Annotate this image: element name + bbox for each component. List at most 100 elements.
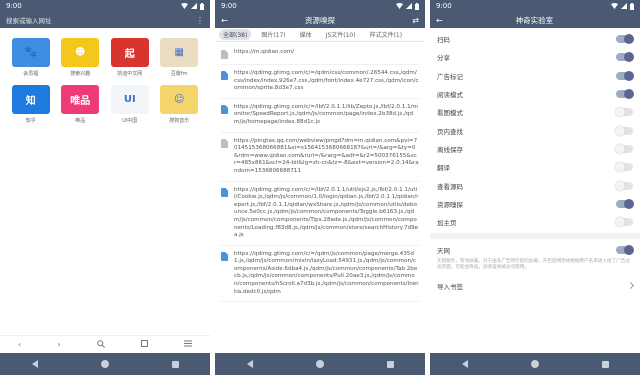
arrow-left-icon[interactable]: ← <box>221 16 228 25</box>
status-time: 9:00 <box>436 2 452 10</box>
toggle-row: 看图模式 <box>437 103 633 121</box>
app-label: 唯品 <box>75 118 86 124</box>
toggle-label: 分享 <box>437 54 450 63</box>
resource-url: https://qdimg.gtimg.com/c/=/lbf/2.0.1.1/… <box>234 186 419 239</box>
system-nav-bar <box>0 353 210 375</box>
address-bar[interactable]: 搜索或输入网址 ⋮ <box>0 12 210 28</box>
nav-back-icon[interactable] <box>246 360 253 368</box>
toggle-switch[interactable] <box>616 70 634 81</box>
app-bar: ← 神奇实验室 <box>430 12 640 28</box>
signal-icon <box>191 3 197 9</box>
speed-dial-item[interactable]: ☻ 搜索兴趣 <box>56 38 106 77</box>
resource-item[interactable]: https://qdimg.gtimg.com/c/=/lbf/2.0.1.1/… <box>221 99 419 133</box>
app-tile-icon: 知 <box>11 85 50 114</box>
toggle-switch[interactable] <box>616 89 634 100</box>
resource-url: https://m.qidian.com/ <box>234 49 295 55</box>
more-icon[interactable]: ⋮ <box>196 16 204 25</box>
toggle-label: 页内查找 <box>437 127 463 136</box>
toggle-row: 阅读模式 <box>437 85 634 103</box>
tianwang-description: 天网服务，有效屏蔽。对于由多广告所引起的加载，开启后网页将根据用户名单进入给了广… <box>437 259 630 271</box>
app-label: UI中国 <box>122 118 138 124</box>
file-icon <box>221 104 228 114</box>
toggle-row: 离线保存 <box>437 140 633 158</box>
menu-icon[interactable] <box>183 340 192 349</box>
import-bookmarks-row[interactable]: 导入书签 <box>430 271 640 291</box>
toggle-label: 资源嗅探 <box>437 200 463 209</box>
file-icon <box>221 138 228 148</box>
toggle-row: 扫码 <box>437 30 634 48</box>
nav-recent-icon[interactable] <box>601 360 609 368</box>
speed-dial-item[interactable]: 起凯迪中文网 <box>105 38 155 77</box>
resource-item[interactable]: https://pingtas.qq.com/webview/pingd?dm=… <box>221 133 419 182</box>
nav-home-icon[interactable] <box>530 360 539 368</box>
toggle-switch[interactable] <box>616 34 634 45</box>
speed-dial-item[interactable]: ▦ 豆瓣fm <box>155 38 205 77</box>
app-label: 知乎 <box>25 118 36 124</box>
nav-home-icon[interactable] <box>315 360 324 368</box>
app-label: 会员福 <box>23 71 39 77</box>
toggle-label: 广告标记 <box>437 72 463 81</box>
resource-item[interactable]: https://qdimg.gtimg.com/c/=/qdm/js/commo… <box>221 246 419 303</box>
file-icon <box>221 71 228 80</box>
forward-icon[interactable]: › <box>57 340 60 349</box>
toggle-switch[interactable] <box>616 198 634 209</box>
system-nav-bar <box>215 353 425 375</box>
battery-icon <box>630 2 634 10</box>
speed-dial-item[interactable]: 知知乎 <box>6 85 56 124</box>
refresh-icon[interactable]: ⇄ <box>412 16 419 25</box>
tabs-icon[interactable] <box>140 340 148 349</box>
toggle-switch[interactable] <box>615 180 633 191</box>
system-nav-bar <box>430 353 640 375</box>
filter-tab[interactable]: 样式文件(1) <box>366 29 407 40</box>
search-icon[interactable] <box>96 339 105 350</box>
speed-dial-item[interactable]: 唯品 唯品 <box>56 85 106 124</box>
battery-icon <box>415 2 419 10</box>
status-icons <box>611 2 634 10</box>
resource-item[interactable]: https://m.qidian.com/ <box>221 44 419 65</box>
filter-tab[interactable]: 图片(17) <box>257 29 289 40</box>
nav-recent-icon[interactable] <box>386 360 394 368</box>
toggle-switch[interactable] <box>615 217 633 228</box>
app-label: 凯迪中文网 <box>117 71 143 77</box>
status-bar: 9:00 <box>215 0 425 12</box>
home-screen: 9:00 搜索或输入网址 ⋮ 🐾 会员福 ☻ 搜索兴趣起凯迪中文网 ▦ 豆瓣fm 知知乎 唯品… <box>0 0 210 375</box>
filter-tab[interactable]: 全部(38) <box>219 29 252 40</box>
toggle-label: 加主页 <box>437 219 457 228</box>
toggle-switch[interactable] <box>615 125 633 136</box>
filter-tab[interactable]: JS文件(10) <box>322 29 360 40</box>
toggle-row: 分享 <box>437 48 634 66</box>
speed-dial-item[interactable]: UI UI中国 <box>105 85 155 124</box>
status-icons <box>396 2 419 10</box>
page-title: 资源嗅探 <box>305 15 335 25</box>
toggle-switch[interactable] <box>615 162 633 173</box>
battery-icon <box>200 2 204 10</box>
resource-url: https://pingtas.qq.com/webview/pingd?dm=… <box>234 137 419 174</box>
toggle-row: 加主页 <box>437 213 633 231</box>
toggle-switch[interactable] <box>615 143 633 154</box>
resource-item[interactable]: https://qdimg.gtimg.com/c/=/qdm/css/comm… <box>221 65 419 99</box>
back-icon[interactable]: ‹ <box>18 340 21 349</box>
arrow-left-icon[interactable]: ← <box>436 16 443 25</box>
resource-item[interactable]: https://qdimg.gtimg.com/c/=/lbf/2.0.1.1/… <box>221 182 419 246</box>
nav-recent-icon[interactable] <box>171 360 179 368</box>
nav-back-icon[interactable] <box>31 360 38 368</box>
app-tile-icon: ☻ <box>61 38 100 67</box>
lab-settings-screen: 9:00 ← 神奇实验室 扫码 分享 广告标记 阅读模式 看图模式 页内查找 离线保存 翻译查… <box>430 0 640 375</box>
filter-tab[interactable]: 媒体 <box>296 29 316 40</box>
speed-dial-item[interactable]: 🐾 会员福 <box>6 38 56 77</box>
tianwang-toggle[interactable] <box>616 245 634 256</box>
nav-back-icon[interactable] <box>461 360 468 368</box>
app-bar: ← 资源嗅探 ⇄ <box>215 12 425 28</box>
app-label: 豆瓣fm <box>170 71 188 77</box>
nav-home-icon[interactable] <box>100 360 109 368</box>
toggle-switch[interactable] <box>615 107 633 118</box>
toggle-label: 查看源码 <box>437 182 463 191</box>
toggle-switch[interactable] <box>616 52 634 63</box>
app-tile-icon: UI <box>110 85 149 114</box>
address-input[interactable]: 搜索或输入网址 <box>6 15 196 25</box>
speed-dial-item[interactable]: ☺ 搜狗音乐 <box>155 85 205 124</box>
app-tile-icon: 唯品 <box>61 85 100 114</box>
resource-list: https://m.qidian.com/https://qdimg.gtimg… <box>215 42 425 303</box>
feature-toggles: 扫码 分享 广告标记 阅读模式 看图模式 页内查找 离线保存 翻译 查看源码 资源嗅探 加主页 <box>430 28 640 231</box>
file-icon <box>221 50 228 59</box>
